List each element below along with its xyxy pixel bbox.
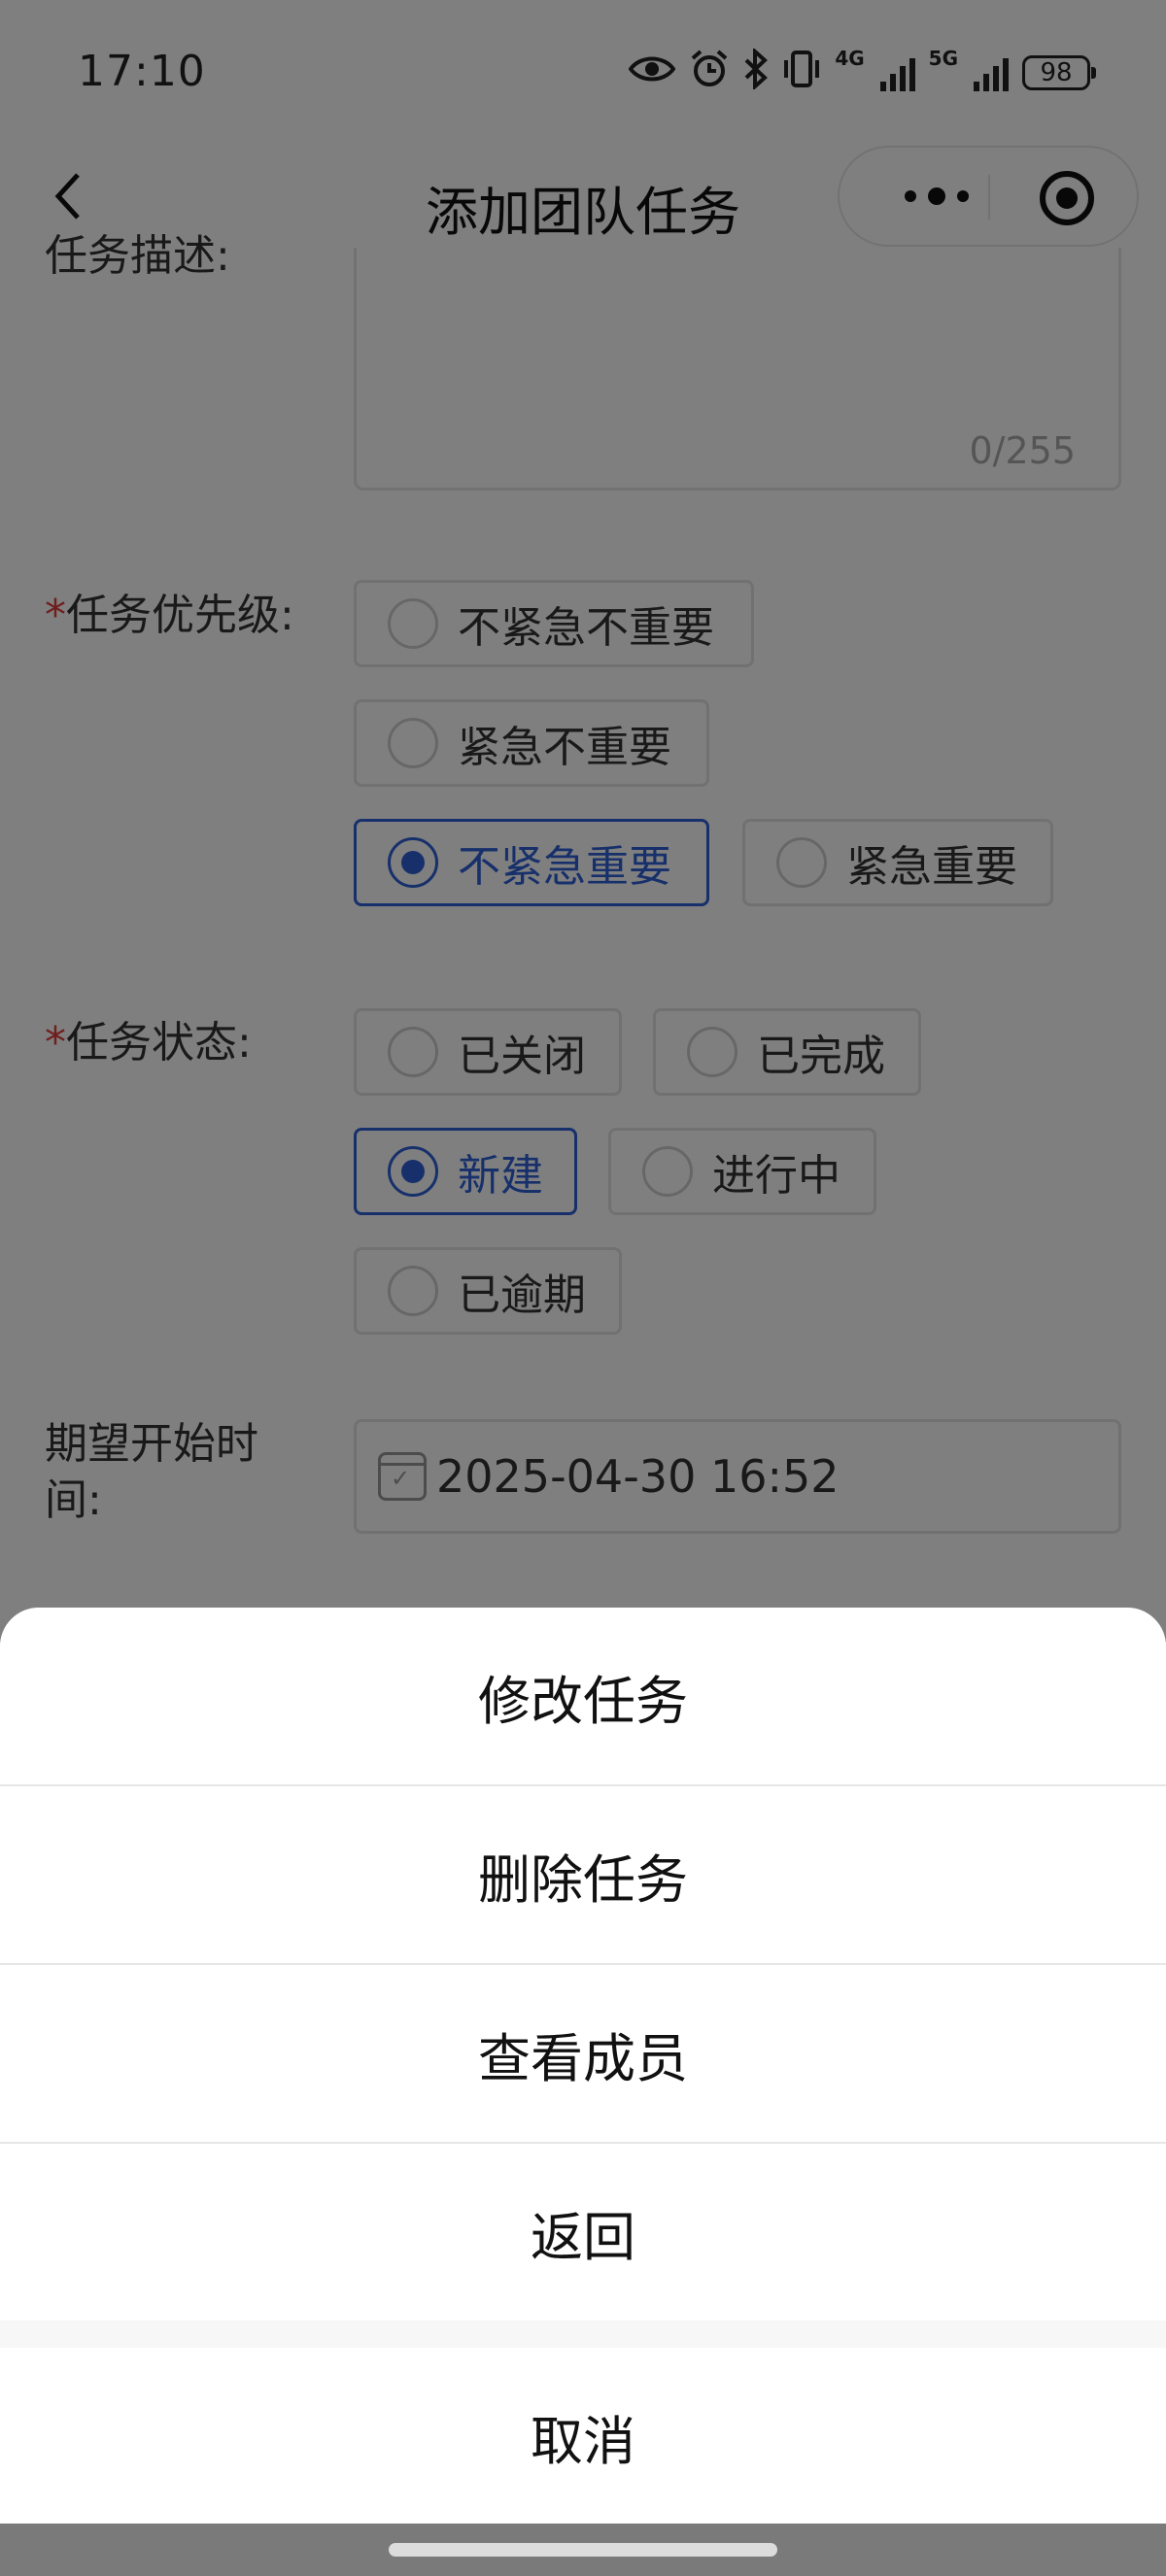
action-back[interactable]: 返回 [0, 2144, 1166, 2321]
action-edit-task[interactable]: 修改任务 [0, 1608, 1166, 1784]
action-delete-task[interactable]: 删除任务 [0, 1786, 1166, 1963]
action-cancel[interactable]: 取消 [0, 2348, 1166, 2525]
action-sheet: 修改任务 删除任务 查看成员 返回 取消 [0, 1608, 1166, 2576]
action-view-members[interactable]: 查看成员 [0, 1965, 1166, 2142]
home-indicator[interactable] [389, 2543, 777, 2557]
